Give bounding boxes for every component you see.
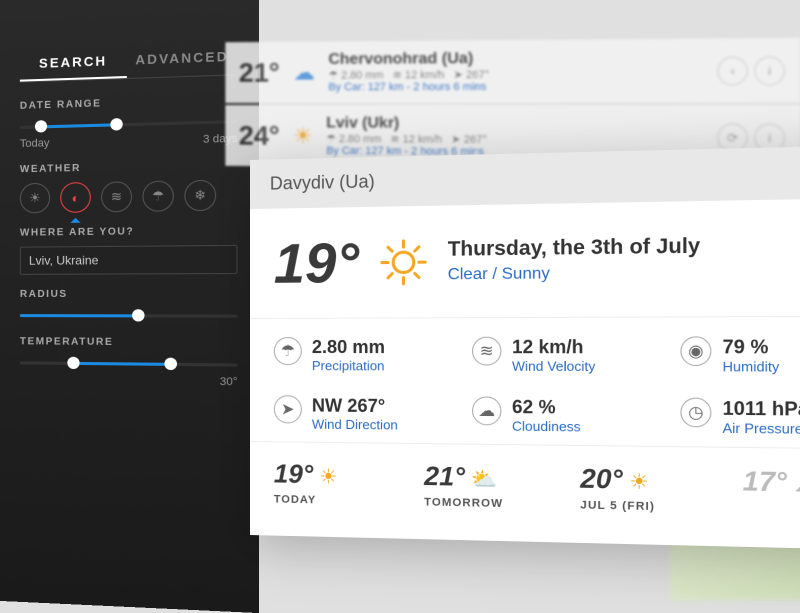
snow-icon[interactable]: ❄ xyxy=(184,180,216,212)
humid-value: 79 % xyxy=(723,336,780,358)
detail-panel: Davydiv (Ua) 19° Thursday, the 3th of Ju… xyxy=(250,144,800,551)
info-icon[interactable]: i xyxy=(754,56,785,85)
location-input[interactable] xyxy=(20,245,238,275)
temp-label: TEMPERATURE xyxy=(20,336,238,349)
rain-icon: ☁ xyxy=(293,60,314,85)
wind-icon: ≋ xyxy=(472,337,501,366)
weather-label: WEATHER xyxy=(20,160,238,176)
forecast-day[interactable]: 17°☁ xyxy=(743,465,800,518)
forecast-day[interactable]: 19°☀TODAY xyxy=(274,458,404,508)
radius-slider[interactable] xyxy=(20,308,238,323)
result-title: Chervonohrad (Ua) xyxy=(328,49,702,69)
press-label: Air Pressure xyxy=(723,420,800,437)
windv-value: 12 km/h xyxy=(512,337,595,359)
result-route-link[interactable]: By Car: 127 km - 2 hours 6 mins xyxy=(328,80,702,93)
gauge-icon: ◷ xyxy=(680,398,711,428)
temp-max: 30° xyxy=(220,376,238,389)
cloud-label: Cloudiness xyxy=(512,418,581,434)
sunny-icon: ☀ xyxy=(293,123,312,148)
sun-icon[interactable]: ☀ xyxy=(20,183,50,214)
current-condition: Clear / Sunny xyxy=(448,263,701,284)
press-value: 1011 hPa xyxy=(723,398,800,421)
sunny-icon xyxy=(377,236,428,288)
result-temp: 24° xyxy=(239,120,280,151)
tab-advanced[interactable]: ADVANCED xyxy=(127,40,238,78)
precip-value: 2.80 mm xyxy=(312,337,385,358)
partly-cloudy-icon: ⛅ xyxy=(471,468,497,491)
current-temp: 19° xyxy=(274,229,359,295)
rain-icon[interactable]: ☂ xyxy=(142,180,173,211)
cloud-icon: ☁ xyxy=(794,473,800,497)
windv-label: Wind Velocity xyxy=(512,358,595,374)
filter-sidebar: SEARCH ADVANCED DATE RANGE Today 3 days … xyxy=(0,0,259,613)
result-title: Lviv (Ukr) xyxy=(326,115,702,134)
droplet-icon: ◉ xyxy=(680,336,711,366)
windd-label: Wind Direction xyxy=(312,417,398,433)
partly-cloudy-icon[interactable]: ◐ xyxy=(60,182,91,213)
cloud-icon: ☁ xyxy=(472,396,501,425)
current-date: Thursday, the 3th of July xyxy=(448,235,701,262)
result-card[interactable]: 21° ☁ Chervonohrad (Ua) ☂ 2.80 mm ≋ 12 k… xyxy=(225,38,800,103)
compass-icon: ➤ xyxy=(274,395,302,423)
radius-label: RADIUS xyxy=(20,289,238,300)
sunny-icon: ☀ xyxy=(629,471,649,494)
forecast-day[interactable]: 21°⛅TOMORROW xyxy=(424,460,559,511)
forecast-day[interactable]: 20°☀JUL 5 (FRI) xyxy=(580,463,720,515)
tab-search[interactable]: SEARCH xyxy=(20,44,127,81)
sunny-icon: ☀ xyxy=(319,466,337,489)
result-temp: 21° xyxy=(239,57,280,88)
precip-label: Precipitation xyxy=(312,358,385,373)
umbrella-icon: ☂ xyxy=(274,337,302,365)
date-range-min: Today xyxy=(20,137,50,150)
temp-slider[interactable] xyxy=(20,355,238,371)
humid-label: Humidity xyxy=(723,359,780,375)
windd-value: NW 267° xyxy=(312,395,398,417)
back-icon[interactable]: ‹ xyxy=(717,56,747,85)
wind-icon[interactable]: ≋ xyxy=(101,181,132,212)
date-range-slider[interactable] xyxy=(20,114,238,134)
date-range-label: DATE RANGE xyxy=(20,94,238,112)
location-label: WHERE ARE YOU? xyxy=(20,225,238,239)
cloud-value: 62 % xyxy=(512,397,581,419)
